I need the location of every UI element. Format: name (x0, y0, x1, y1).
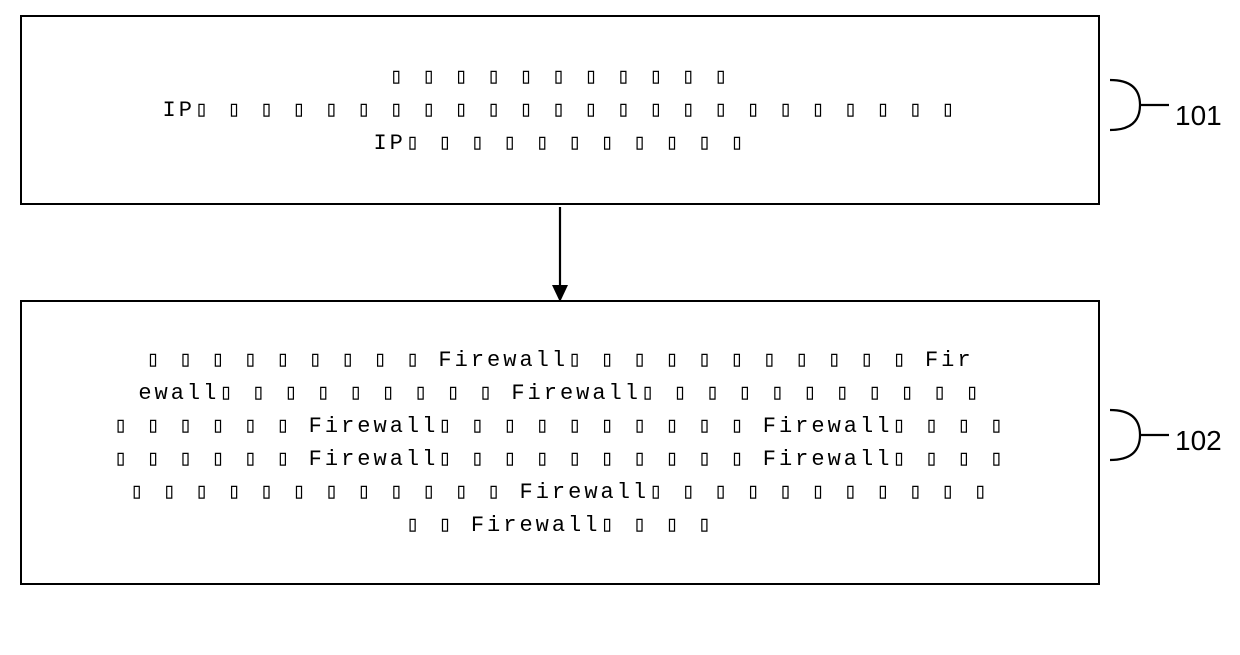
step-101-line-1: ▯ ▯ ▯ ▯ ▯ ▯ ▯ ▯ ▯ ▯ ▯ (42, 61, 1078, 94)
flow-arrow (548, 207, 572, 302)
label-connector-101 (1105, 75, 1175, 135)
step-101-line-2: IP▯ ▯ ▯ ▯ ▯ ▯ ▯ ▯ ▯ ▯ ▯ ▯ ▯ ▯ ▯ ▯ ▯ ▯ ▯ … (42, 94, 1078, 127)
step-102-line-3: ▯ ▯ ▯ ▯ ▯ ▯ Firewall▯ ▯ ▯ ▯ ▯ ▯ ▯ ▯ ▯ ▯ … (42, 410, 1078, 443)
step-102-line-2: ewall▯ ▯ ▯ ▯ ▯ ▯ ▯ ▯ ▯ Firewall▯ ▯ ▯ ▯ ▯… (42, 377, 1078, 410)
flow-step-102: ▯ ▯ ▯ ▯ ▯ ▯ ▯ ▯ ▯ Firewall▯ ▯ ▯ ▯ ▯ ▯ ▯ … (20, 300, 1100, 585)
step-102-line-5: ▯ ▯ ▯ ▯ ▯ ▯ ▯ ▯ ▯ ▯ ▯ ▯ Firewall▯ ▯ ▯ ▯ … (42, 476, 1078, 509)
step-101-line-3: IP▯ ▯ ▯ ▯ ▯ ▯ ▯ ▯ ▯ ▯ ▯ (42, 127, 1078, 160)
step-label-101: 101 (1175, 95, 1222, 137)
step-102-line-1: ▯ ▯ ▯ ▯ ▯ ▯ ▯ ▯ ▯ Firewall▯ ▯ ▯ ▯ ▯ ▯ ▯ … (42, 344, 1078, 377)
label-connector-102 (1105, 405, 1175, 465)
flow-step-101: ▯ ▯ ▯ ▯ ▯ ▯ ▯ ▯ ▯ ▯ ▯ IP▯ ▯ ▯ ▯ ▯ ▯ ▯ ▯ … (20, 15, 1100, 205)
step-102-line-6: ▯ ▯ Firewall▯ ▯ ▯ ▯ (42, 509, 1078, 542)
step-102-line-4: ▯ ▯ ▯ ▯ ▯ ▯ Firewall▯ ▯ ▯ ▯ ▯ ▯ ▯ ▯ ▯ ▯ … (42, 443, 1078, 476)
step-label-102: 102 (1175, 420, 1222, 462)
